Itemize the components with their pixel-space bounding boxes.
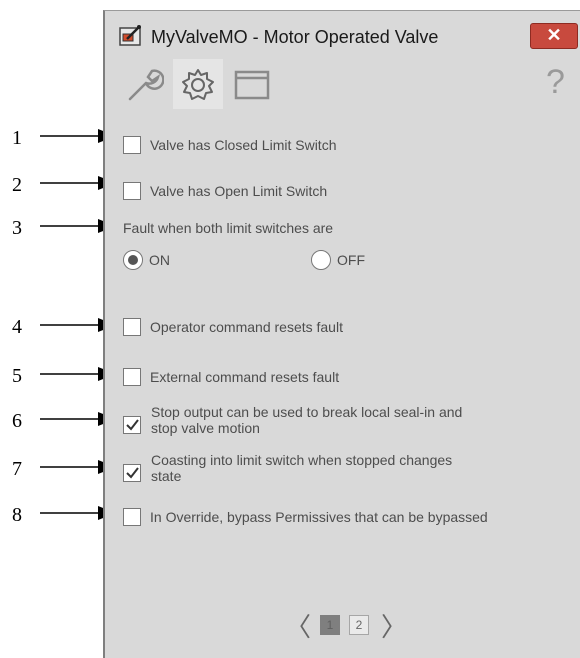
title-bar: MyValveMO - Motor Operated Valve ✕: [105, 11, 580, 61]
tab-configuration[interactable]: [173, 59, 223, 109]
help-icon[interactable]: ?: [546, 63, 565, 102]
checkbox[interactable]: [123, 464, 141, 482]
operator-reset-option[interactable]: Operator command resets fault: [123, 318, 343, 336]
close-button[interactable]: ✕: [530, 23, 578, 49]
option-label: Valve has Open Limit Switch: [150, 183, 328, 199]
radio-selected-dot: [128, 255, 138, 265]
option-label: Valve has Closed Limit Switch: [150, 137, 337, 153]
option-label: External command resets fault: [150, 369, 340, 385]
option-label: Coasting into limit switch when stopped …: [151, 452, 452, 484]
gear-icon: [182, 69, 214, 100]
option-label: In Override, bypass Permissives that can…: [150, 509, 488, 525]
external-reset-option[interactable]: External command resets fault: [123, 368, 339, 386]
valve-app-icon: [119, 25, 143, 52]
window-icon: [234, 70, 270, 100]
tab-maintenance[interactable]: [119, 59, 169, 109]
faceplate-window: MyValveMO - Motor Operated Valve ✕ ? Val…: [103, 10, 580, 658]
page-2-button[interactable]: 2: [349, 615, 369, 635]
coasting-option[interactable]: Coasting into limit switch when stopped …: [123, 452, 452, 484]
closed-limit-switch-option[interactable]: Valve has Closed Limit Switch: [123, 136, 336, 154]
callout-2: 2: [0, 174, 116, 198]
page-1-button[interactable]: 1: [320, 615, 340, 635]
callout-4: 4: [0, 316, 116, 340]
option-label: Stop output can be used to break local s…: [151, 404, 462, 436]
checkbox[interactable]: [123, 508, 141, 526]
checkbox[interactable]: [123, 136, 141, 154]
callout-5: 5: [0, 365, 116, 389]
close-icon: ✕: [546, 25, 562, 45]
checkmark-icon: [126, 419, 139, 431]
override-bypass-option[interactable]: In Override, bypass Permissives that can…: [123, 508, 488, 526]
option-label-line-2: state: [151, 468, 182, 484]
fault-heading: Fault when both limit switches are: [123, 220, 334, 236]
callout-8: 8: [0, 504, 116, 528]
checkmark-icon: [126, 467, 139, 479]
radio-button[interactable]: [123, 250, 143, 270]
open-limit-switch-option[interactable]: Valve has Open Limit Switch: [123, 182, 327, 200]
checkbox[interactable]: [123, 416, 141, 434]
next-page-icon[interactable]: 〉: [381, 607, 407, 644]
tab-bar: ?: [119, 59, 579, 109]
checkbox[interactable]: [123, 318, 141, 336]
option-label: Operator command resets fault: [150, 319, 343, 335]
callout-6: 6: [0, 410, 116, 434]
radio-label: OFF: [337, 252, 365, 268]
wrench-icon: [128, 69, 164, 101]
stop-seal-in-option[interactable]: Stop output can be used to break local s…: [123, 404, 462, 436]
radio-button[interactable]: [311, 250, 331, 270]
radio-label: ON: [149, 252, 170, 268]
radio-on[interactable]: ON: [123, 250, 170, 270]
callout-1: 1: [0, 127, 116, 151]
option-label-line-1: Coasting into limit switch when stopped …: [151, 452, 453, 468]
callout-3: 3: [0, 217, 116, 241]
option-label-line-1: Stop output can be used to break local s…: [151, 404, 463, 420]
callout-7: 7: [0, 458, 116, 482]
option-label-line-2: stop valve motion: [151, 420, 260, 436]
radio-off[interactable]: OFF: [311, 250, 365, 270]
tab-display[interactable]: [227, 59, 277, 109]
window-title: MyValveMO - Motor Operated Valve: [151, 27, 439, 47]
previous-page-icon[interactable]: 〈: [285, 607, 311, 644]
checkbox[interactable]: [123, 368, 141, 386]
checkbox[interactable]: [123, 182, 141, 200]
